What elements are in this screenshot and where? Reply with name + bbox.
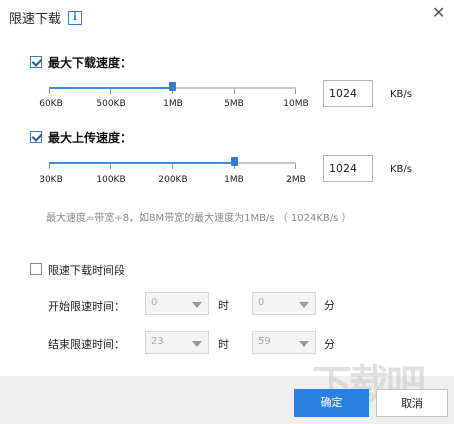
slider-tick — [110, 164, 111, 169]
tick-label: 1MB — [224, 175, 244, 185]
upload-speed-input[interactable]: 1024 — [323, 155, 373, 182]
info-icon[interactable]: i — [68, 11, 82, 25]
hour-unit: 时 — [218, 299, 229, 312]
upload-slider-thumb[interactable] — [231, 157, 238, 166]
speed-hint-text: 最大速度=带宽÷8，如8M带宽的最大速度为1MB/s （ 1024KB/s ） — [46, 213, 352, 224]
end-minute-value: 59 — [258, 336, 271, 347]
slider-tick — [172, 164, 173, 169]
start-minute-select[interactable]: 0 — [252, 292, 316, 315]
tick-label: 60KB — [39, 99, 63, 109]
tick-label: 30KB — [39, 175, 63, 185]
hour-unit: 时 — [218, 338, 229, 351]
chevron-down-icon — [192, 341, 202, 347]
tick-label: 10MB — [283, 99, 309, 109]
end-minute-select[interactable]: 59 — [252, 331, 316, 354]
ok-button[interactable]: 确定 — [294, 389, 369, 417]
tick-label: 2MB — [286, 175, 306, 185]
chevron-down-icon — [299, 341, 309, 347]
tick-label: 100KB — [96, 175, 126, 185]
slider-tick — [295, 89, 296, 94]
slider-tick — [295, 164, 296, 169]
slider-tick — [49, 89, 50, 94]
tick-label: 200KB — [158, 175, 188, 185]
slider-tick — [49, 164, 50, 169]
start-minute-value: 0 — [258, 297, 265, 308]
upload-speed-unit: KB/s — [390, 164, 412, 175]
chevron-down-icon — [192, 302, 202, 308]
slider-tick — [234, 89, 235, 94]
download-limit-label: 最大下载速度： — [48, 56, 133, 70]
start-hour-value: 0 — [151, 297, 158, 308]
tick-label: 1MB — [163, 99, 183, 109]
minute-unit: 分 — [324, 299, 335, 312]
tick-label: 500KB — [96, 99, 126, 109]
end-hour-select[interactable]: 23 — [145, 331, 209, 354]
start-time-label: 开始限速时间： — [48, 300, 125, 313]
download-limit-checkbox[interactable] — [30, 56, 42, 68]
end-hour-value: 23 — [151, 336, 164, 347]
upload-slider-fill — [49, 162, 235, 164]
minute-unit: 分 — [324, 338, 335, 351]
download-slider-thumb[interactable] — [169, 82, 176, 91]
download-speed-unit: KB/s — [390, 89, 412, 100]
schedule-limit-label: 限速下载时间段 — [48, 264, 125, 277]
close-icon[interactable]: ✕ — [432, 3, 445, 23]
upload-limit-label: 最大上传速度： — [48, 131, 133, 145]
end-time-label: 结束限速时间： — [48, 338, 125, 351]
slider-tick — [110, 89, 111, 94]
download-speed-input[interactable]: 1024 — [323, 80, 373, 107]
upload-limit-checkbox[interactable] — [30, 131, 42, 143]
chevron-down-icon — [299, 302, 309, 308]
tick-label: 5MB — [224, 99, 244, 109]
schedule-limit-checkbox[interactable] — [30, 263, 42, 275]
dialog-title: 限速下载 — [9, 12, 62, 27]
cancel-button[interactable]: 取消 — [376, 389, 448, 417]
start-hour-select[interactable]: 0 — [145, 292, 209, 315]
